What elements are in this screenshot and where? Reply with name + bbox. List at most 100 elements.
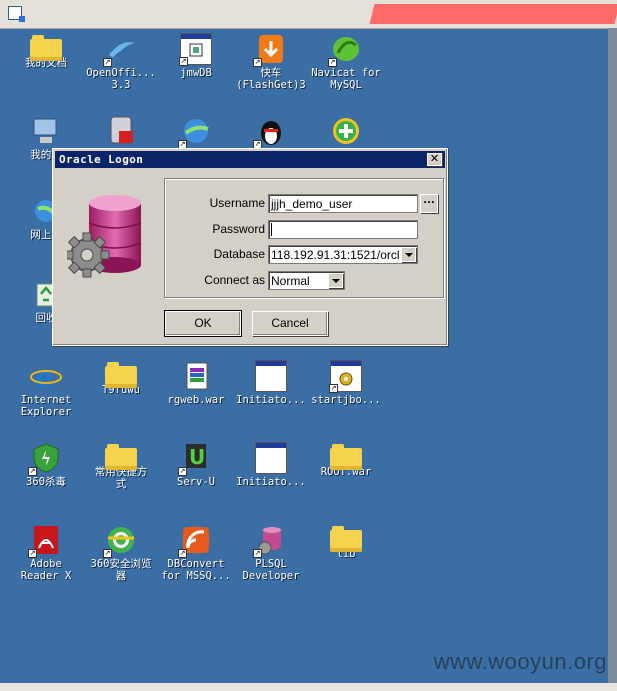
icon-label: DBConvert for MSSQ... <box>161 558 231 582</box>
shortcut-arrow-icon: ↗ <box>178 467 187 476</box>
icon-label: 快车 (FlashGet)3 <box>236 67 306 91</box>
folder-icon <box>330 444 362 470</box>
qq-penguin-icon: ↗ <box>253 115 287 149</box>
archive-file-icon <box>180 360 212 392</box>
icon-label: Serv-U <box>177 476 215 488</box>
desktop-icon-root-war[interactable]: ROOT.war <box>309 442 383 479</box>
password-field[interactable] <box>268 220 418 239</box>
icon-label: Navicat for MySQL <box>311 67 381 91</box>
database-combobox[interactable]: 118.192.91.31:1521/orcl <box>268 245 418 264</box>
folder-icon <box>105 444 137 470</box>
plus-icon <box>330 115 362 147</box>
desktop-icon-initiato-2[interactable]: Initiato... <box>234 442 308 489</box>
text-caret <box>271 223 272 236</box>
oracle-logon-dialog: Oracle Logon ✕ Username jjjh_demo_user .… <box>52 148 448 346</box>
icon-label: OpenOffi... 3.3 <box>86 67 156 91</box>
servu-icon: U ↗ <box>178 442 212 476</box>
shortcut-arrow-icon: ↗ <box>329 384 338 393</box>
shortcut-arrow-icon: ↗ <box>103 549 112 558</box>
username-field[interactable]: jjjh_demo_user <box>268 194 418 213</box>
desktop-icon-t9fuwu[interactable]: T9fuwu <box>84 360 158 397</box>
desktop-icon-ie[interactable]: e Internet Explorer <box>9 360 83 418</box>
icon-label: Adobe Reader X <box>20 558 72 582</box>
database-gear-icon <box>67 195 142 278</box>
internet-explorer-icon: e <box>30 360 62 394</box>
ok-button[interactable]: OK <box>164 310 242 337</box>
batch-file-icon <box>255 360 287 392</box>
icon-label: jmwDB <box>180 67 212 79</box>
shortcut-arrow-icon: ↗ <box>178 549 187 558</box>
desktop-icon-360-browser[interactable]: ↗ 360安全浏览 器 <box>84 524 158 582</box>
icon-label: Initiato... <box>236 476 306 488</box>
desktop-icon-servu[interactable]: U ↗ Serv-U <box>159 442 233 489</box>
icon-label: Internet Explorer <box>20 394 72 418</box>
shortcut-arrow-icon: ↗ <box>253 58 262 67</box>
connect-as-select[interactable]: Normal <box>268 271 345 290</box>
dialog-titlebar[interactable]: Oracle Logon ✕ <box>55 151 445 168</box>
icon-label: 常用快捷方 式 <box>94 466 148 490</box>
password-label: Password <box>212 222 265 236</box>
shortcut-arrow-icon: ↗ <box>328 58 337 67</box>
database-value: 118.192.91.31:1521/orcl <box>271 248 400 262</box>
desktop-icon-shortcuts-folder[interactable]: 常用快捷方 式 <box>84 442 158 490</box>
desktop-icon-plsql[interactable]: ↗ PLSQL Developer <box>234 524 308 582</box>
bottom-edge-bar <box>0 683 617 691</box>
jmwdb-file-icon: ↗ <box>179 33 212 66</box>
dialog-title: Oracle Logon <box>59 153 144 166</box>
shield-icon: ↗ <box>28 442 62 476</box>
icon-label: 360安全浏览 器 <box>90 558 152 582</box>
window-app-icon <box>8 6 25 22</box>
desktop-icon-rgweb[interactable]: rgweb.war <box>159 360 233 407</box>
shortcut-arrow-icon: ↗ <box>253 549 262 558</box>
desktop-icon-startjbo[interactable]: ↗ startjbo... <box>309 360 383 407</box>
connect-as-value: Normal <box>271 274 310 288</box>
chevron-down-icon[interactable] <box>328 273 343 288</box>
desktop-icon-360-antivirus[interactable]: ↗ 360杀毒 <box>9 442 83 489</box>
openoffice-icon: ↗ <box>103 33 137 67</box>
chevron-down-icon[interactable] <box>401 247 416 262</box>
icon-label: PLSQL Developer <box>242 558 300 582</box>
navicat-icon: ↗ <box>328 33 362 67</box>
desktop-icon-qq[interactable]: ↗ <box>234 115 308 149</box>
svg-text:U: U <box>189 445 205 469</box>
desktop-icon-initiato-1[interactable]: Initiato... <box>234 360 308 407</box>
username-label: Username <box>209 196 265 210</box>
shortcut-arrow-icon: ↗ <box>103 58 112 67</box>
shortcut-arrow-icon: ↗ <box>179 57 188 66</box>
icon-label: Initiato... <box>236 394 306 406</box>
right-edge-bar <box>608 28 617 691</box>
adobe-reader-icon: ↗ <box>28 524 62 558</box>
icon-label: 360杀毒 <box>26 476 66 488</box>
desktop-icon-flashget[interactable]: ↗ 快车 (FlashGet)3 <box>234 33 308 91</box>
shortcut-arrow-icon: ↗ <box>28 467 37 476</box>
desktop-icon-dbconvert[interactable]: ↗ DBConvert for MSSQ... <box>159 524 233 582</box>
documents-folder-icon <box>30 35 62 61</box>
desktop-icon-adobe-reader[interactable]: ↗ Adobe Reader X <box>9 524 83 582</box>
desktop-icon-navicat[interactable]: ↗ Navicat for MySQL <box>309 33 383 91</box>
desktop-icon-green-plus[interactable] <box>309 115 383 147</box>
icon-label: startjbo... <box>311 394 381 406</box>
batch-file-icon <box>255 442 287 474</box>
desktop-icon-ie-globe[interactable]: ↗ <box>159 115 233 149</box>
svg-text:e: e <box>35 361 53 392</box>
plsql-icon: ↗ <box>253 524 287 558</box>
desktop-icon-openoffice[interactable]: ↗ OpenOffi... 3.3 <box>84 33 158 91</box>
dbconvert-icon: ↗ <box>178 524 212 558</box>
database-tool-icon <box>105 115 137 147</box>
watermark: www.wooyun.org <box>433 649 607 674</box>
desktop-icon-db-tool[interactable] <box>84 115 158 147</box>
close-button[interactable]: ✕ <box>427 153 442 166</box>
username-browse-button[interactable]: ... <box>420 194 438 213</box>
desktop-icon-my-documents[interactable]: 我的文档 <box>9 33 83 70</box>
connect-as-label: Connect as <box>204 273 265 287</box>
shortcut-arrow-icon: ↗ <box>28 549 37 558</box>
computer-icon <box>30 115 62 147</box>
desktop-icon-jmwdb[interactable]: ↗ jmwDB <box>159 33 233 80</box>
desktop-icon-lib[interactable]: lib <box>309 524 383 561</box>
folder-icon <box>330 526 362 552</box>
batch-gear-file-icon: ↗ <box>329 360 362 393</box>
flashget-icon: ↗ <box>253 33 287 67</box>
redaction-mark <box>369 4 617 24</box>
icon-label: rgweb.war <box>167 394 225 406</box>
cancel-button[interactable]: Cancel <box>252 311 328 336</box>
